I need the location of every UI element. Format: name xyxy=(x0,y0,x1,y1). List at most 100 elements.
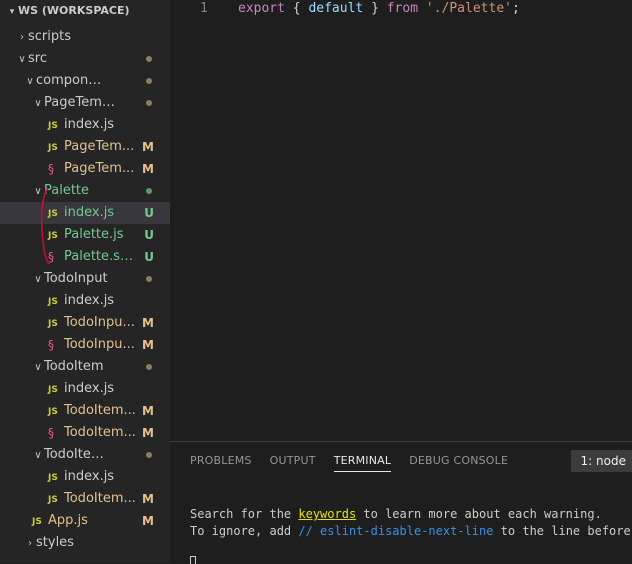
code-semicolon: ; xyxy=(511,1,520,16)
git-status-badge: M xyxy=(142,492,154,506)
tree-folder[interactable]: › scripts xyxy=(0,26,170,48)
tab-debug-console[interactable]: DEBUG CONSOLE xyxy=(409,454,508,471)
tree-item-label: index.js xyxy=(64,381,115,396)
tree-folder[interactable]: ∨ TodoItemL... xyxy=(0,444,170,466)
js-file-icon: JS xyxy=(48,495,58,505)
tree-file[interactable]: JS TodoItem... M xyxy=(0,488,170,510)
tree-item-label: scripts xyxy=(28,29,71,44)
tree-folder[interactable]: ∨ TodoInput xyxy=(0,268,170,290)
annotation-mark xyxy=(40,187,50,265)
js-file-icon: JS xyxy=(48,407,58,417)
tree-item-label: index.js xyxy=(64,469,115,484)
chevron-right-icon: › xyxy=(20,32,24,43)
tree-item-label: TodoItem xyxy=(44,359,104,374)
tree-file[interactable]: § TodoItem... M xyxy=(0,422,170,444)
tree-item-label: index.js xyxy=(64,205,115,220)
tree-item-label: TodoItem... xyxy=(64,425,136,440)
chevron-down-icon: ∨ xyxy=(34,98,42,109)
tab-terminal[interactable]: TERMINAL xyxy=(333,454,392,472)
code-string: './Palette' xyxy=(425,1,512,16)
terminal-text: Search for the xyxy=(190,507,299,521)
tree-item-label: TodoInput xyxy=(44,271,108,286)
tree-item-label: index.js xyxy=(64,117,115,132)
git-status-dot xyxy=(146,78,152,84)
workspace-header[interactable]: ▾ WS (WORKSPACE) xyxy=(0,0,170,22)
code-line[interactable]: export { default } from './Palette'; xyxy=(238,0,520,18)
tree-folder[interactable]: › styles xyxy=(0,532,170,554)
tree-file[interactable]: JS TodoItem... M xyxy=(0,400,170,422)
git-status-dot xyxy=(146,100,152,106)
js-file-icon: JS xyxy=(32,517,42,527)
tree-file[interactable]: § Palette.scss U xyxy=(0,246,170,268)
tree-item-label: PageTem... xyxy=(64,139,135,154)
bottom-panel: PROBLEMS OUTPUT TERMINAL DEBUG CONSOLE 1: n… xyxy=(170,441,632,564)
workspace-title: WS (WORKSPACE) xyxy=(18,4,130,17)
git-status-dot xyxy=(146,188,152,194)
git-status-badge: U xyxy=(144,206,154,220)
tree-file[interactable]: JS index.js xyxy=(0,378,170,400)
code-editor[interactable]: 1 export { default } from './Palette'; xyxy=(170,0,632,441)
tree-folder[interactable]: ∨ Palette xyxy=(0,180,170,202)
js-file-icon: JS xyxy=(48,143,58,153)
tree-file[interactable]: § PageTem... M xyxy=(0,158,170,180)
chevron-right-icon: › xyxy=(28,538,32,549)
tab-output[interactable]: OUTPUT xyxy=(270,454,316,471)
tree-file[interactable]: § TodoInpu... M xyxy=(0,334,170,356)
tree-file[interactable]: JS index.js xyxy=(0,290,170,312)
tree-file[interactable]: JS PageTem... M xyxy=(0,136,170,158)
terminal-comment: // eslint-disable-next-line xyxy=(298,524,494,538)
tree-file[interactable]: JS App.js M xyxy=(0,510,170,532)
git-status-dot xyxy=(146,276,152,282)
tree-file[interactable]: JS TodoInpu... M xyxy=(0,312,170,334)
scss-file-icon: § xyxy=(48,162,54,176)
tree-folder[interactable]: ∨ TodoItem xyxy=(0,356,170,378)
tree-folder[interactable]: ∨ PageTemp... xyxy=(0,92,170,114)
tree-item-label: Palette.js xyxy=(64,227,124,242)
js-file-icon: JS xyxy=(48,121,58,131)
tab-problems[interactable]: PROBLEMS xyxy=(190,454,252,471)
panel-tabs: PROBLEMS OUTPUT TERMINAL DEBUG CONSOLE xyxy=(190,454,526,472)
js-file-icon: JS xyxy=(48,473,58,483)
git-status-badge: M xyxy=(142,404,154,418)
tree-file[interactable]: JS Palette.js U xyxy=(0,224,170,246)
git-status-badge: M xyxy=(142,140,154,154)
git-status-badge: M xyxy=(142,426,154,440)
tree-folder[interactable]: ∨components xyxy=(0,70,170,92)
code-identifier: default xyxy=(308,1,364,16)
terminal-text: To ignore, add xyxy=(190,524,299,538)
tree-item-label: TodoInpu... xyxy=(64,315,135,330)
terminal-link-keywords[interactable]: keywords xyxy=(298,507,356,521)
tree-file[interactable]: JS index.js xyxy=(0,466,170,488)
chevron-down-icon: ∨ xyxy=(34,362,42,373)
tree-item-label: styles xyxy=(36,535,74,550)
tree-item-label: Palette.scss xyxy=(64,249,136,264)
chevron-down-icon: ∨ xyxy=(34,450,42,461)
tree-item-label: TodoItem... xyxy=(64,491,136,506)
explorer-sidebar: ▾WS (WORKSPACE) ›scripts∨src∨components∨… xyxy=(0,0,170,563)
git-status-badge: M xyxy=(142,162,154,176)
code-brace-close: } xyxy=(363,1,387,16)
git-status-dot xyxy=(146,452,152,458)
tree-file[interactable]: JS index.js xyxy=(0,114,170,136)
tree-item-label: PageTemp... xyxy=(44,95,116,110)
js-file-icon: JS xyxy=(48,319,58,329)
terminal-select[interactable]: 1: node xyxy=(570,450,632,472)
code-keyword-export: export xyxy=(238,1,285,16)
git-status-badge: M xyxy=(142,338,154,352)
scss-file-icon: § xyxy=(48,426,54,440)
git-status-badge: M xyxy=(142,514,154,528)
chevron-down-icon: ∨ xyxy=(34,274,42,285)
git-status-dot xyxy=(146,364,152,370)
tree-file[interactable]: JS index.js U xyxy=(0,202,170,224)
terminal-output[interactable]: Search for the keywords to learn more ab… xyxy=(190,506,632,540)
js-file-icon: JS xyxy=(48,385,58,395)
tree-item-label: TodoInpu... xyxy=(64,337,135,352)
tree-item-label: components xyxy=(36,73,108,88)
tree-folder[interactable]: ∨ src xyxy=(0,48,170,70)
git-status-badge: U xyxy=(144,250,154,264)
chevron-down-icon: ∨ xyxy=(18,54,26,65)
git-status-badge: M xyxy=(142,316,154,330)
tree-item-label: App.js xyxy=(48,513,88,528)
chevron-down-icon: ▾ xyxy=(9,7,15,17)
